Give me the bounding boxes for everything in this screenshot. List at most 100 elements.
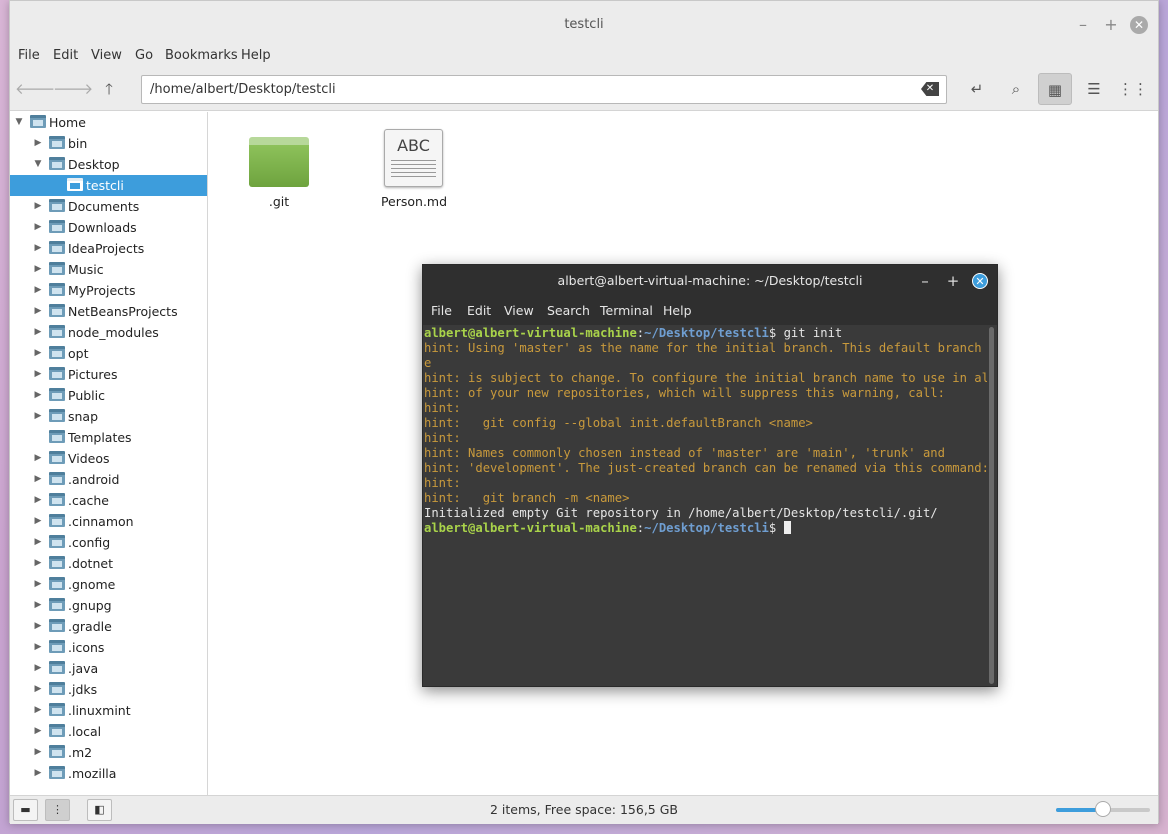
terminal-close-icon[interactable]: ✕ (972, 273, 988, 289)
expand-arrow-icon[interactable]: ▶ (33, 574, 43, 595)
sidebar-item-ideaprojects[interactable]: ▶ IdeaProjects (10, 238, 207, 259)
expand-arrow-icon[interactable]: ▶ (33, 364, 43, 385)
sidebar-item-testcli[interactable]: testcli (10, 175, 207, 196)
menu-edit[interactable]: Edit (53, 48, 78, 63)
expand-arrow-icon[interactable]: ▶ (33, 721, 43, 742)
expand-arrow-icon[interactable]: ▶ (33, 553, 43, 574)
expand-arrow-icon[interactable]: ▶ (33, 679, 43, 700)
menu-help[interactable]: Help (241, 48, 271, 63)
collapse-arrow-icon[interactable]: ▼ (14, 112, 24, 133)
file-item-person-md[interactable]: ABC Person.md (379, 129, 449, 209)
sidebar-item-downloads[interactable]: ▶ Downloads (10, 217, 207, 238)
expand-arrow-icon[interactable]: ▶ (33, 658, 43, 679)
terminal-output[interactable]: albert@albert-virtual-machine:~/Desktop/… (424, 325, 987, 686)
expand-arrow-icon[interactable]: ▶ (33, 469, 43, 490)
menu-file[interactable]: File (18, 48, 40, 63)
minimize-icon[interactable]: – (1074, 16, 1092, 34)
window-titlebar[interactable]: testcli – + ✕ (10, 1, 1158, 47)
terminal-menu-edit[interactable]: Edit (467, 303, 491, 318)
terminal-menu-terminal[interactable]: Terminal (600, 303, 653, 318)
terminal-menu-view[interactable]: View (504, 303, 534, 318)
icon-view-icon[interactable]: ▦ (1038, 73, 1072, 105)
expand-arrow-icon[interactable]: ▶ (33, 217, 43, 238)
toggle-location-icon[interactable]: ↵ (960, 73, 994, 105)
maximize-icon[interactable]: + (1102, 16, 1120, 34)
sidebar-item-dot-cache[interactable]: ▶ .cache (10, 490, 207, 511)
sidebar-item-dot-mozilla[interactable]: ▶ .mozilla (10, 763, 207, 784)
sidebar-item-dot-dotnet[interactable]: ▶ .dotnet (10, 553, 207, 574)
file-item-git[interactable]: .git (249, 134, 309, 214)
compact-view-icon[interactable]: ⋮⋮ (1116, 73, 1150, 105)
list-view-icon[interactable]: ☰ (1077, 73, 1111, 105)
expand-arrow-icon[interactable]: ▶ (33, 133, 43, 154)
sidebar-item-pictures[interactable]: ▶ Pictures (10, 364, 207, 385)
expand-arrow-icon[interactable]: ▶ (33, 742, 43, 763)
sidebar-item-desktop[interactable]: ▼ Desktop (10, 154, 207, 175)
expand-arrow-icon[interactable]: ▶ (33, 637, 43, 658)
sidebar-item-dot-config[interactable]: ▶ .config (10, 532, 207, 553)
expand-arrow-icon[interactable]: ▶ (33, 238, 43, 259)
sidebar-item-netbeansprojects[interactable]: ▶ NetBeansProjects (10, 301, 207, 322)
up-arrow-icon[interactable]: 🡑 (92, 73, 126, 105)
expand-arrow-icon[interactable]: ▶ (33, 490, 43, 511)
sidebar-item-opt[interactable]: ▶ opt (10, 343, 207, 364)
sidebar-item-public[interactable]: ▶ Public (10, 385, 207, 406)
expand-arrow-icon[interactable]: ▶ (33, 385, 43, 406)
terminal-menu-file[interactable]: File (431, 303, 452, 318)
expand-arrow-icon[interactable]: ▶ (33, 700, 43, 721)
sidebar-item-templates[interactable]: Templates (10, 427, 207, 448)
expand-arrow-icon[interactable]: ▶ (33, 616, 43, 637)
sidebar-item-documents[interactable]: ▶ Documents (10, 196, 207, 217)
expand-arrow-icon[interactable]: ▶ (33, 406, 43, 427)
sidebar-item-dot-m2[interactable]: ▶ .m2 (10, 742, 207, 763)
sidebar-item-myprojects[interactable]: ▶ MyProjects (10, 280, 207, 301)
collapse-arrow-icon[interactable]: ▼ (33, 154, 43, 175)
zoom-slider-knob[interactable] (1095, 801, 1111, 817)
sidebar-item-dot-gradle[interactable]: ▶ .gradle (10, 616, 207, 637)
sidebar-item-dot-icons[interactable]: ▶ .icons (10, 637, 207, 658)
sidebar-item-videos[interactable]: ▶ Videos (10, 448, 207, 469)
expand-arrow-icon[interactable]: ▶ (33, 196, 43, 217)
terminal-window[interactable]: albert@albert-virtual-machine: ~/Desktop… (422, 264, 998, 687)
expand-arrow-icon[interactable]: ▶ (33, 511, 43, 532)
location-bar[interactable]: /home/albert/Desktop/testcli ✕ (141, 75, 947, 104)
expand-arrow-icon[interactable]: ▶ (33, 595, 43, 616)
expand-arrow-icon[interactable]: ▶ (33, 763, 43, 784)
terminal-maximize-icon[interactable]: + (945, 273, 961, 289)
sidebar-item-dot-linuxmint[interactable]: ▶ .linuxmint (10, 700, 207, 721)
forward-arrow-icon[interactable]: 🡒 (53, 73, 93, 105)
sidebar-item-bin[interactable]: ▶ bin (10, 133, 207, 154)
zoom-slider[interactable] (1056, 801, 1150, 817)
sidebar-item-dot-gnome[interactable]: ▶ .gnome (10, 574, 207, 595)
expand-arrow-icon[interactable]: ▶ (33, 448, 43, 469)
sidebar-item-dot-jdks[interactable]: ▶ .jdks (10, 679, 207, 700)
terminal-minimize-icon[interactable]: – (917, 273, 933, 289)
search-icon[interactable]: ⌕ (999, 73, 1033, 105)
expand-arrow-icon[interactable]: ▶ (33, 322, 43, 343)
menu-view[interactable]: View (91, 48, 122, 63)
sidebar-item-music[interactable]: ▶ Music (10, 259, 207, 280)
expand-arrow-icon[interactable]: ▶ (33, 280, 43, 301)
terminal-menu-help[interactable]: Help (663, 303, 692, 318)
menu-go[interactable]: Go (135, 48, 153, 63)
sidebar-item-dot-java[interactable]: ▶ .java (10, 658, 207, 679)
clear-location-icon[interactable]: ✕ (921, 82, 939, 96)
sidebar-item-dot-gnupg[interactable]: ▶ .gnupg (10, 595, 207, 616)
expand-arrow-icon[interactable]: ▶ (33, 343, 43, 364)
close-icon[interactable]: ✕ (1130, 16, 1148, 34)
terminal-titlebar[interactable]: albert@albert-virtual-machine: ~/Desktop… (423, 265, 997, 297)
sidebar-item-home[interactable]: ▼ Home (10, 112, 207, 133)
sidebar-item-node-modules[interactable]: ▶ node_modules (10, 322, 207, 343)
sidebar-item-dot-local[interactable]: ▶ .local (10, 721, 207, 742)
menu-bookmarks[interactable]: Bookmarks (165, 48, 238, 63)
sidebar-item-snap[interactable]: ▶ snap (10, 406, 207, 427)
terminal-scrollbar[interactable] (989, 327, 994, 684)
sidebar-item-dot-cinnamon[interactable]: ▶ .cinnamon (10, 511, 207, 532)
expand-arrow-icon[interactable]: ▶ (33, 532, 43, 553)
expand-arrow-icon[interactable]: ▶ (33, 259, 43, 280)
expand-arrow-icon[interactable]: ▶ (33, 301, 43, 322)
sidebar-item-dot-android[interactable]: ▶ .android (10, 469, 207, 490)
terminal-menu-search[interactable]: Search (547, 303, 590, 318)
document-lines (391, 160, 436, 180)
back-arrow-icon[interactable]: 🡐 (15, 73, 55, 105)
